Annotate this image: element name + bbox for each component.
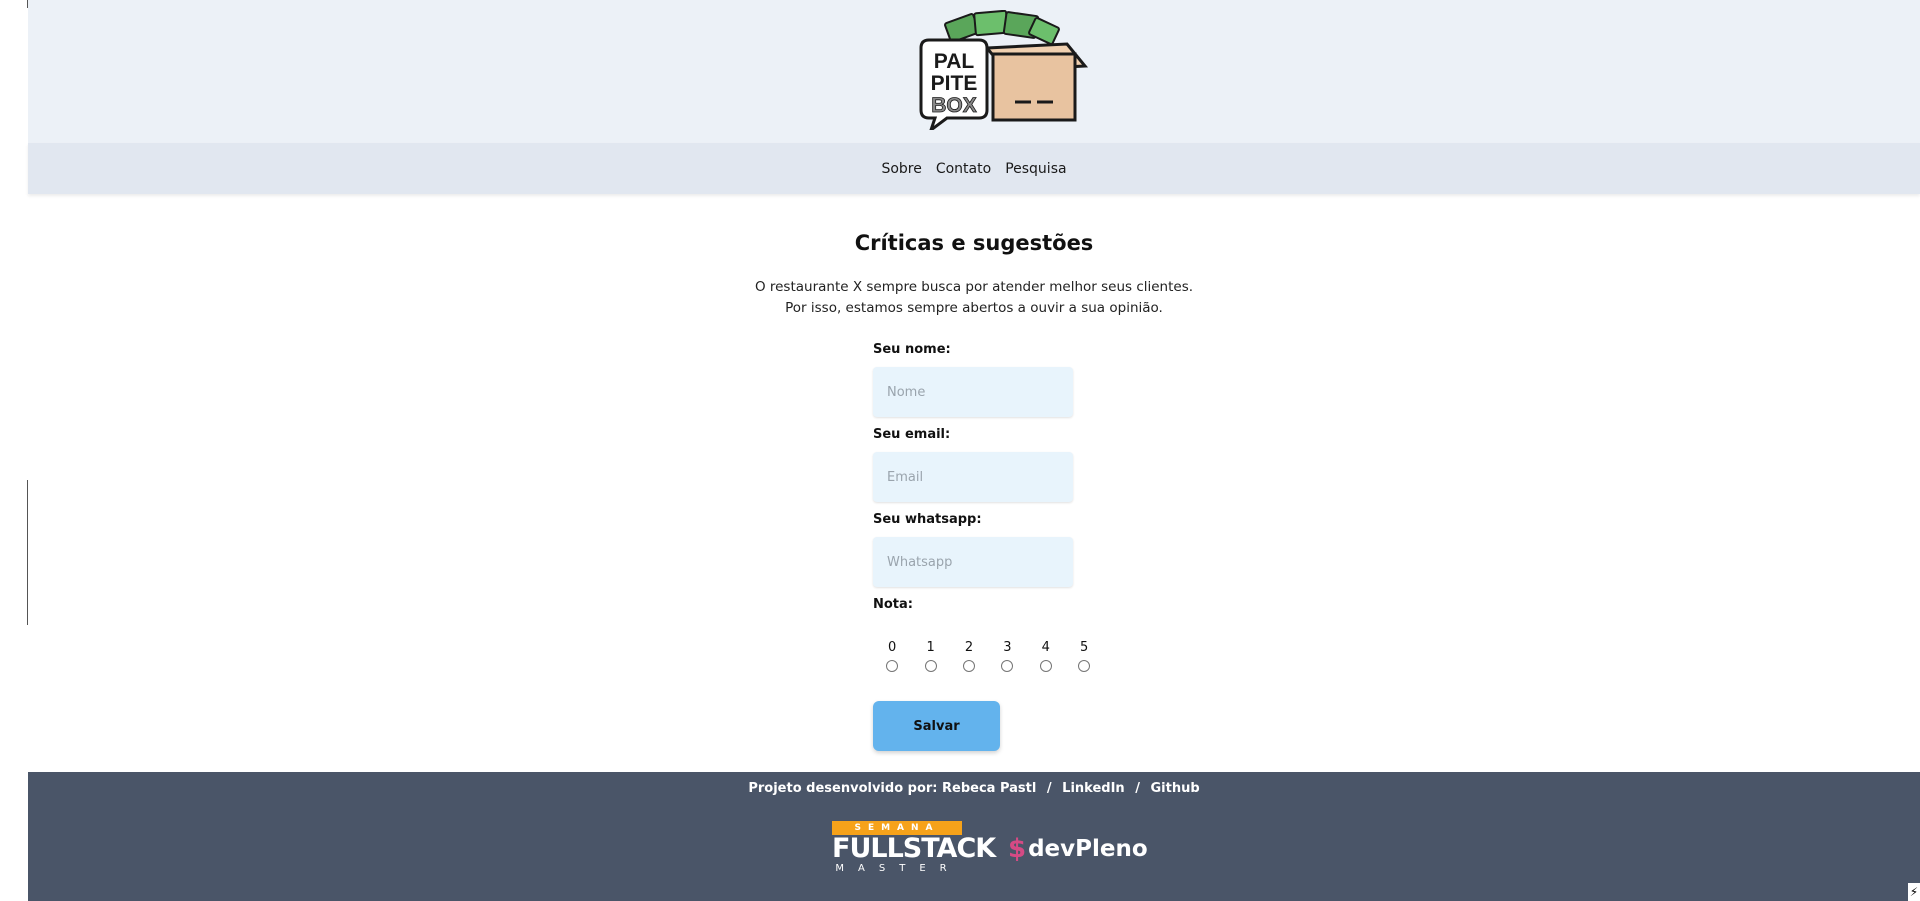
rating-radio[interactable] (962, 660, 975, 672)
logo-bar: PAL PITE BOX (28, 0, 1920, 143)
rating-option-1[interactable]: 1 (911, 640, 949, 672)
rating-option-5[interactable]: 5 (1065, 640, 1103, 672)
name-label: Seu nome: (873, 342, 951, 357)
page-title: Críticas e sugestões (854, 231, 1094, 255)
name-input[interactable] (873, 367, 1073, 417)
fullstack-master-logo[interactable]: SEMANA FULLSTACK MASTER (832, 821, 996, 877)
linkedin-link[interactable]: LinkedIn (1062, 781, 1125, 796)
rating-radio[interactable] (1078, 660, 1091, 672)
whatsapp-input[interactable] (873, 537, 1073, 587)
rating-radio[interactable] (1039, 660, 1052, 672)
footer: Projeto desenvolvido por: Rebeca Pastl /… (28, 772, 1920, 901)
intro-text: O restaurante X sempre busca por atender… (28, 277, 1920, 319)
intro-line-1: O restaurante X sempre busca por atender… (754, 279, 1194, 295)
rating-value: 1 (926, 640, 935, 655)
palpitebox-logo[interactable]: PAL PITE BOX (917, 10, 1089, 130)
rating-group: 0 1 2 3 4 5 (873, 640, 1103, 672)
email-input[interactable] (873, 452, 1073, 502)
rating-radio[interactable] (1001, 660, 1014, 672)
intro-line-2: Por isso, estamos sempre abertos a ouvir… (785, 300, 1163, 316)
devpleno-logo-text: devPleno (1028, 836, 1148, 862)
logo-text-line-2: PITE (931, 72, 978, 95)
rating-radio[interactable] (886, 660, 899, 672)
rating-radio[interactable] (924, 660, 937, 672)
box-icon (983, 42, 1089, 122)
nav-link-contato[interactable]: Contato (936, 161, 991, 177)
rating-value: 5 (1080, 640, 1089, 655)
save-button[interactable]: Salvar (873, 701, 1000, 751)
email-label: Seu email: (873, 427, 951, 442)
github-link[interactable]: Github (1150, 781, 1199, 796)
rating-value: 4 (1041, 640, 1050, 655)
rating-value: 0 (888, 640, 897, 655)
fullstack-logo-main: FULLSTACK (832, 833, 996, 864)
credits-separator: / (1046, 781, 1052, 796)
credits-author: Projeto desenvolvido por: Rebeca Pastl (748, 781, 1037, 796)
fullstack-logo-bottom: MASTER (835, 863, 961, 874)
nav-link-sobre[interactable]: Sobre (881, 161, 921, 177)
nav-link-pesquisa[interactable]: Pesquisa (1005, 161, 1066, 177)
logo-text-line-1: PAL (934, 50, 975, 73)
rating-option-3[interactable]: 3 (988, 640, 1026, 672)
footer-credits: Projeto desenvolvido por: Rebeca Pastl /… (28, 781, 1920, 796)
rating-value: 2 (964, 640, 974, 655)
rating-value: 3 (1003, 640, 1012, 655)
logo-text-line-3: BOX (931, 94, 977, 117)
rating-label: Nota: (873, 597, 913, 612)
whatsapp-label: Seu whatsapp: (873, 512, 982, 527)
main-nav: Sobre Contato Pesquisa (28, 143, 1920, 194)
dollar-icon: $ (1008, 834, 1027, 864)
credits-separator: / (1135, 781, 1140, 796)
rating-option-2[interactable]: 2 (950, 640, 988, 672)
devpleno-logo[interactable]: $ devPleno (1008, 831, 1148, 867)
rating-option-0[interactable]: 0 (873, 640, 911, 672)
corner-indicator-icon: ⚡ (1908, 883, 1920, 901)
page: PAL PITE BOX Sobre Contato Pesquisa Crít… (28, 0, 1920, 901)
rating-option-4[interactable]: 4 (1027, 640, 1065, 672)
